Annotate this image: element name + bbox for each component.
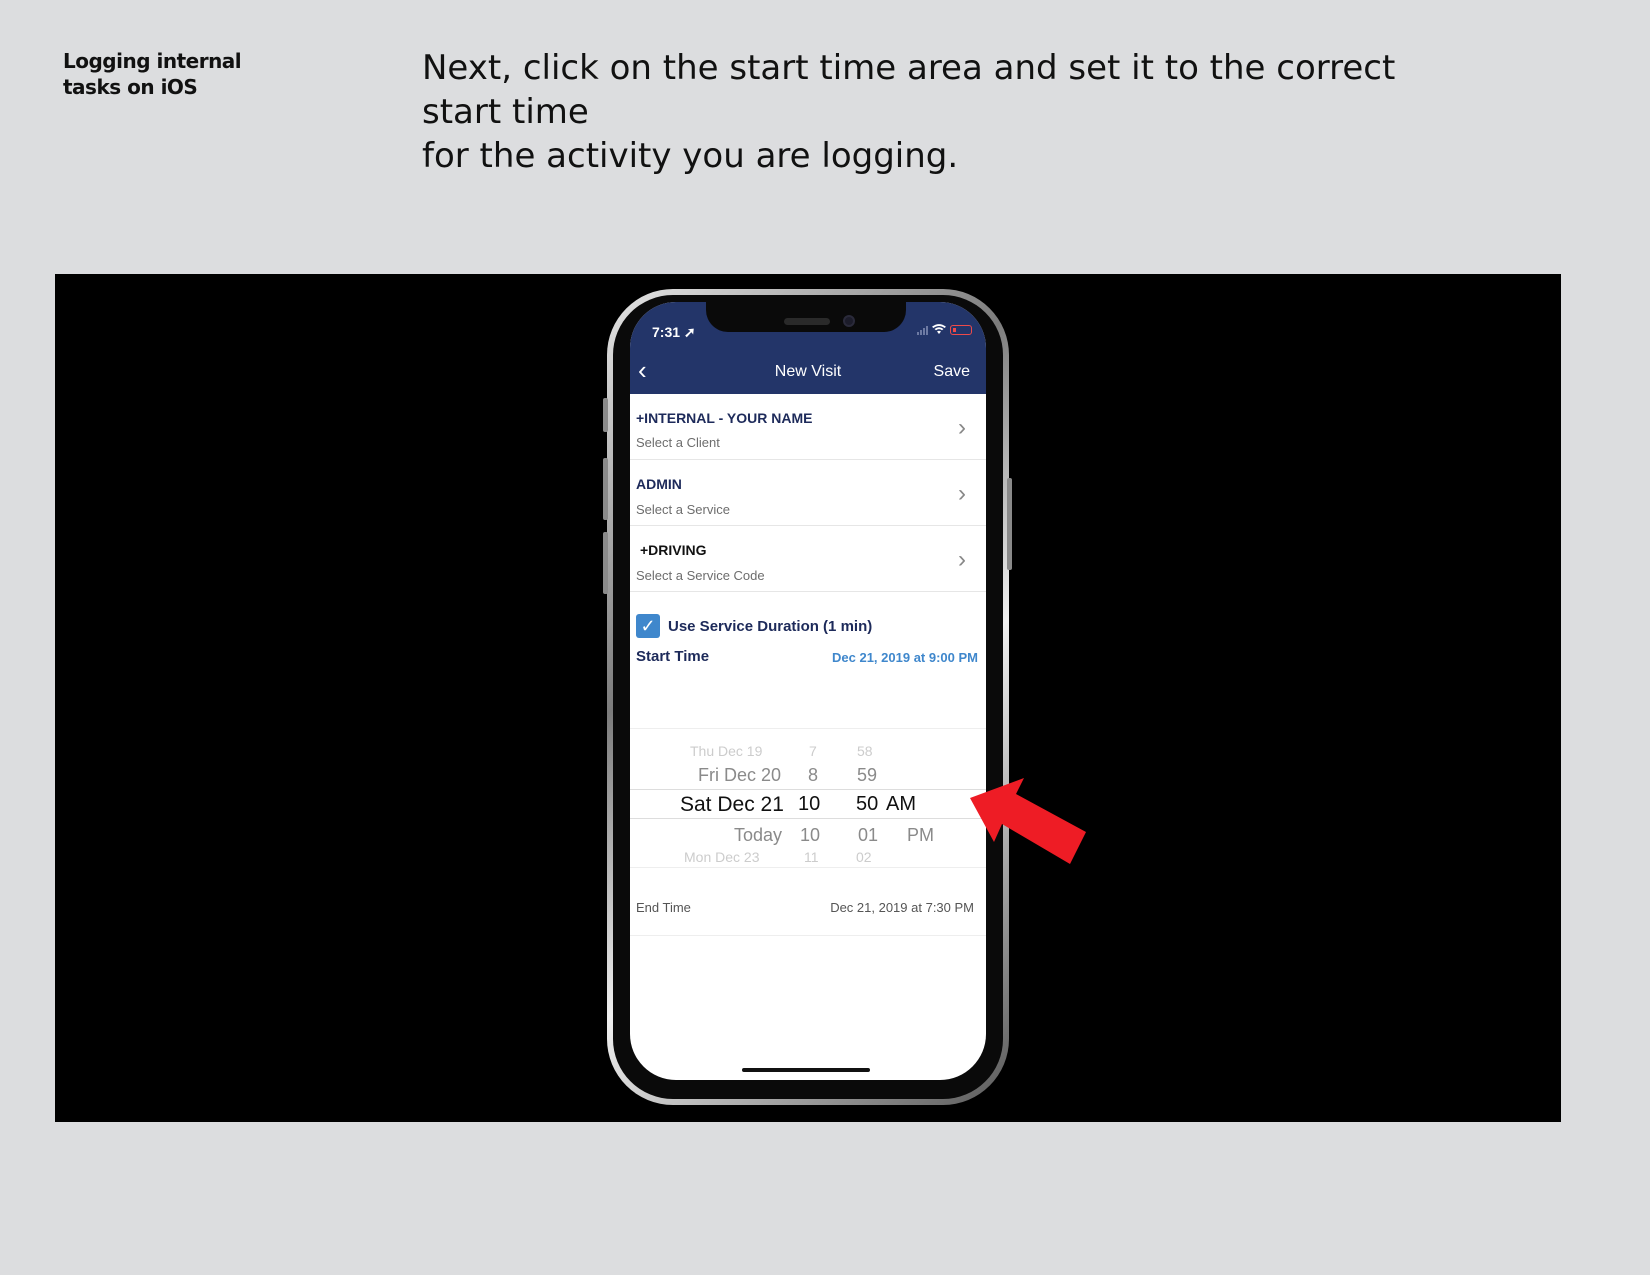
picker-date[interactable]: Today	[734, 825, 782, 846]
service-code-title: +DRIVING	[640, 542, 707, 558]
instruction-line-2: for the activity you are logging.	[422, 136, 959, 176]
notch	[706, 302, 906, 332]
client-title: +INTERNAL - YOUR NAME	[636, 410, 813, 426]
picker-date[interactable]: Thu Dec 19	[690, 743, 762, 759]
picker-minute[interactable]: 59	[857, 765, 877, 786]
chevron-right-icon: ›	[958, 480, 966, 507]
use-duration-label: Use Service Duration (1 min)	[668, 618, 873, 635]
picker-ampm[interactable]: PM	[907, 825, 934, 846]
client-sub: Select a Client	[636, 435, 720, 450]
start-time-value[interactable]: Dec 21, 2019 at 9:00 PM	[832, 650, 978, 665]
picker-minute[interactable]: 02	[856, 849, 872, 865]
mute-switch	[603, 398, 608, 432]
picker-minute[interactable]: 58	[857, 743, 873, 759]
app-header: 7:31 ➚ ‹ New Visit Save	[630, 302, 986, 394]
service-sub: Select a Service	[636, 502, 730, 517]
use-duration-checkbox[interactable]: ✓	[636, 614, 660, 638]
red-arrow-icon	[970, 778, 1086, 864]
picker-hour[interactable]: 7	[809, 743, 817, 759]
wifi-icon	[932, 324, 946, 334]
end-time-value[interactable]: Dec 21, 2019 at 7:30 PM	[830, 900, 974, 915]
service-code-row[interactable]: +DRIVING Select a Service Code ›	[630, 526, 986, 592]
service-title: ADMIN	[636, 476, 682, 492]
side-label-line-1: Logging internal	[63, 49, 242, 73]
instruction-line-1: Next, click on the start time area and s…	[422, 48, 1396, 132]
service-code-sub: Select a Service Code	[636, 568, 765, 583]
phone-screen: 7:31 ➚ ‹ New Visit Save +INTERNAL - YOUR…	[630, 302, 986, 1080]
power-button	[1007, 478, 1012, 570]
picker-ampm-selected[interactable]: AM	[886, 793, 916, 816]
chevron-right-icon: ›	[958, 414, 966, 441]
volume-down-button	[603, 532, 608, 594]
end-time-label: End Time	[636, 900, 691, 915]
side-label: Logging internal tasks on iOS	[63, 48, 283, 100]
volume-up-button	[603, 458, 608, 520]
camera	[843, 315, 855, 327]
speaker	[784, 318, 830, 325]
battery-icon	[950, 324, 972, 335]
picker-minute[interactable]: 01	[858, 825, 878, 846]
client-row[interactable]: +INTERNAL - YOUR NAME Select a Client ›	[630, 394, 986, 460]
start-time-row[interactable]: Start Time Dec 21, 2019 at 9:00 PM	[630, 648, 986, 668]
save-button[interactable]: Save	[934, 363, 970, 381]
instruction-text: Next, click on the start time area and s…	[422, 46, 1482, 178]
start-time-label: Start Time	[636, 648, 710, 665]
picker-hour-selected[interactable]: 10	[798, 793, 820, 816]
picker-date[interactable]: Mon Dec 23	[684, 849, 759, 865]
picker-minute-selected[interactable]: 50	[856, 793, 878, 816]
use-duration-row[interactable]: ✓ Use Service Duration (1 min)	[630, 592, 986, 656]
side-label-line-2: tasks on iOS	[63, 75, 198, 99]
end-time-row[interactable]: End Time Dec 21, 2019 at 7:30 PM	[630, 872, 986, 936]
signal-icon	[917, 325, 928, 335]
picker-hour[interactable]: 8	[808, 765, 818, 786]
date-time-picker[interactable]: Thu Dec 19 Fri Dec 20 Sat Dec 21 Today M…	[630, 728, 986, 868]
status-time: 7:31 ➚	[652, 324, 696, 340]
picker-hour[interactable]: 11	[804, 849, 819, 865]
chevron-right-icon: ›	[958, 546, 966, 573]
home-indicator	[742, 1068, 870, 1072]
picker-date-selected[interactable]: Sat Dec 21	[680, 793, 784, 817]
status-icons	[917, 324, 972, 335]
picker-hour[interactable]: 10	[800, 825, 820, 846]
service-row[interactable]: ADMIN Select a Service ›	[630, 460, 986, 526]
picker-date[interactable]: Fri Dec 20	[698, 765, 781, 786]
